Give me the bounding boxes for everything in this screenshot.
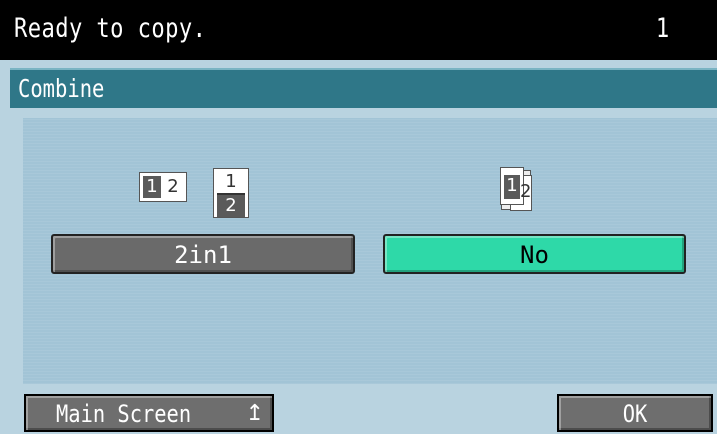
option-no-button[interactable]: No [383, 234, 686, 274]
ok-button[interactable]: OK [557, 394, 713, 432]
screen-title: Combine [18, 74, 105, 103]
copy-count: 1 [655, 13, 669, 44]
title-bar: Combine [10, 68, 717, 108]
main-screen-button[interactable]: Main Screen ↥ [24, 394, 274, 432]
two-in-one-stacked-icon: 1 2 [213, 168, 249, 218]
option-no-label: No [520, 241, 549, 269]
no-combine-icon: 1 2 [500, 167, 532, 211]
combine-screen: Combine 1 2 1 2 1 2 2in1 No Main Screen … [0, 60, 717, 434]
two-in-one-icon: 1 2 [139, 172, 187, 202]
main-screen-label: Main Screen [56, 400, 192, 428]
status-message: Ready to copy. [14, 13, 207, 44]
ok-label: OK [622, 400, 648, 428]
option-2in1-label: 2in1 [174, 241, 232, 269]
status-bar: Ready to copy. 1 [0, 0, 717, 60]
return-arrow-icon: ↥ [245, 401, 264, 426]
option-2in1-button[interactable]: 2in1 [51, 234, 355, 274]
options-panel: 1 2 1 2 1 2 2in1 No [23, 118, 717, 384]
